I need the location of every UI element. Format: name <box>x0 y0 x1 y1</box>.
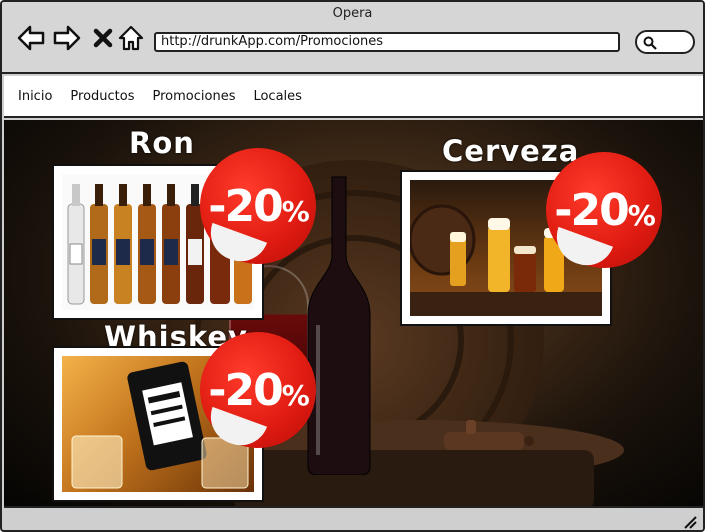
menu-item-locales[interactable]: Locales <box>253 89 301 104</box>
ron-title: Ron <box>129 126 195 160</box>
ron-discount-badge: -20% <box>200 148 316 264</box>
cerveza-title: Cerveza <box>442 134 580 168</box>
wine-bottle-image <box>307 176 371 475</box>
cerveza-discount-badge: -20% <box>546 152 662 268</box>
barrel-tap-image <box>444 420 534 450</box>
window-title: Opera <box>332 6 373 21</box>
status-bar <box>4 506 703 530</box>
menu-item-promociones[interactable]: Promociones <box>153 89 236 104</box>
home-icon[interactable] <box>116 24 146 52</box>
main-menu: Inicio Productos Promociones Locales <box>4 76 703 118</box>
url-input[interactable]: http://drunkApp.com/Promociones <box>154 32 620 52</box>
whiskey-discount-badge: -20% <box>200 332 316 448</box>
forward-arrow-icon[interactable] <box>52 24 82 52</box>
back-arrow-icon[interactable] <box>16 24 46 52</box>
browser-toolbar: Opera http://drunkApp.com/Promociones <box>2 2 703 74</box>
search-icon <box>643 36 657 50</box>
menu-item-inicio[interactable]: Inicio <box>18 89 52 104</box>
promotions-hero: Ron -20% Cerveza -20% Whiskey -20% <box>4 120 703 506</box>
menu-item-productos[interactable]: Productos <box>70 89 134 104</box>
browser-window: Opera http://drunkApp.com/Promociones In… <box>0 0 705 532</box>
search-field[interactable] <box>635 30 695 54</box>
resize-handle-icon[interactable] <box>683 515 697 529</box>
close-x-icon[interactable] <box>88 24 118 52</box>
